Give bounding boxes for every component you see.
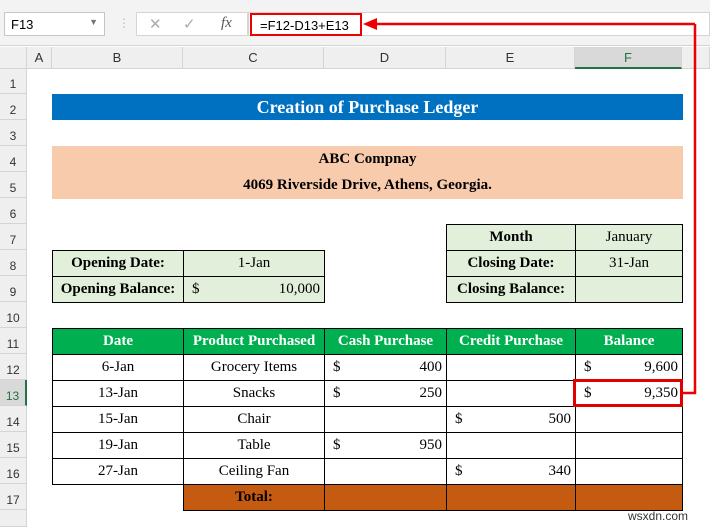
arrow-line — [683, 24, 697, 395]
arrow-head-icon — [363, 18, 377, 30]
annotation-arrow — [363, 18, 697, 395]
